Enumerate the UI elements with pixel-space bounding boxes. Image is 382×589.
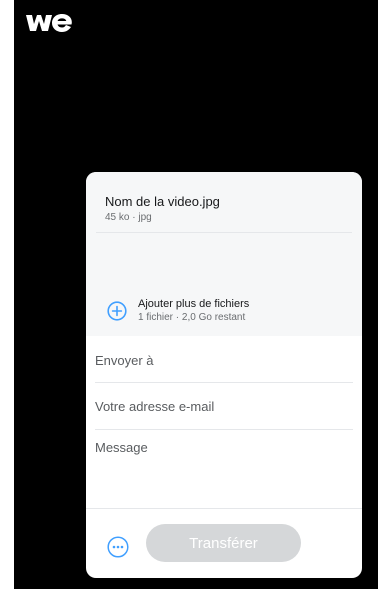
file-meta: 45 ko · jpg — [105, 212, 152, 223]
transfer-button[interactable]: Transférer — [146, 524, 301, 562]
files-summary: 1 fichier · 2,0 Go restant — [138, 312, 246, 323]
file-name: Nom de la video.jpg — [105, 194, 220, 209]
message-field[interactable] — [95, 440, 353, 509]
background-stage: Nom de la video.jpg 45 ko · jpg Ajouter … — [14, 0, 378, 589]
more-options-icon[interactable] — [107, 536, 129, 558]
footer-divider — [86, 508, 362, 509]
file-list-area: Nom de la video.jpg 45 ko · jpg Ajouter … — [86, 172, 362, 336]
transfer-panel: Nom de la video.jpg 45 ko · jpg Ajouter … — [86, 172, 362, 578]
email-field[interactable] — [95, 383, 353, 430]
wetransfer-logo — [26, 14, 72, 32]
send-to-field[interactable] — [95, 338, 353, 383]
add-files-link[interactable]: Ajouter plus de fichiers — [138, 298, 249, 310]
file-item[interactable]: Nom de la video.jpg 45 ko · jpg — [96, 190, 352, 233]
add-files-icon[interactable] — [107, 301, 127, 321]
